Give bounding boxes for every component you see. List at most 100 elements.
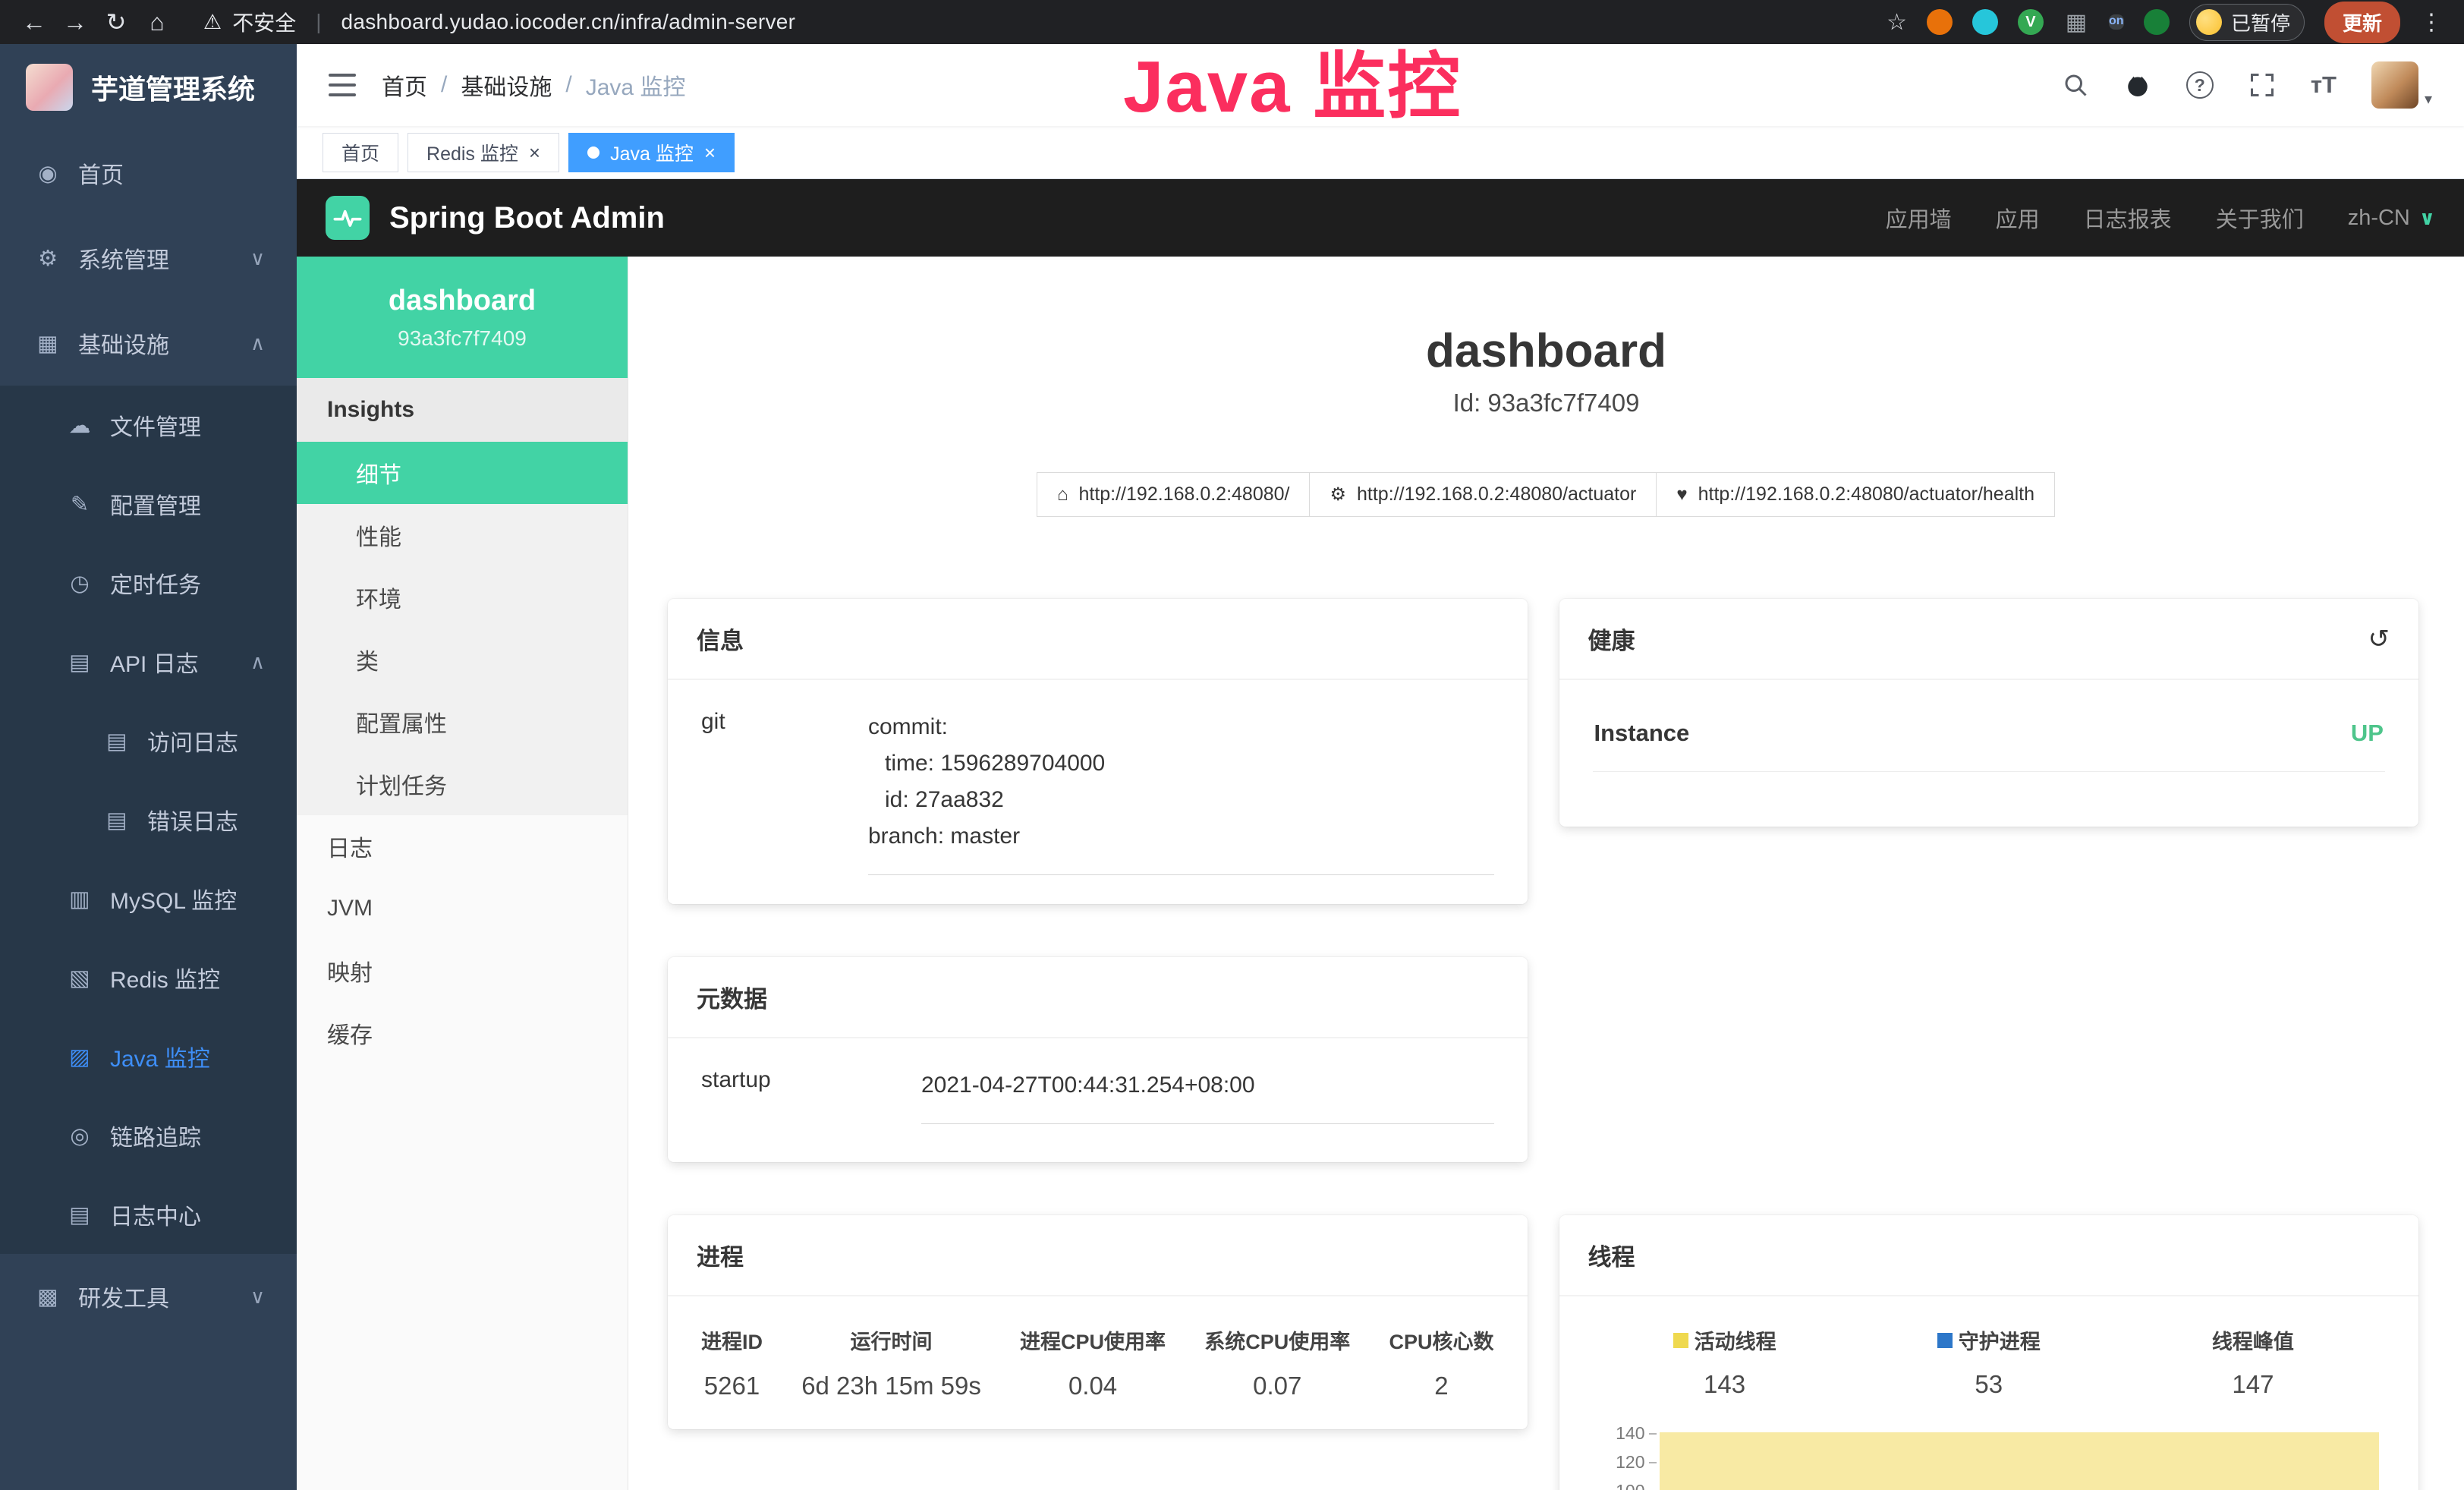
home-icon[interactable]: ⌂	[140, 8, 175, 36]
instance-actuator-link[interactable]: ⚙ http://192.168.0.2:48080/actuator	[1309, 472, 1657, 517]
sba-item-caches[interactable]: 缓存	[297, 1002, 628, 1064]
tools-icon: ▩	[31, 1284, 65, 1310]
link-url: http://192.168.0.2:48080/actuator	[1357, 484, 1636, 506]
sidebar-item-system-mgmt[interactable]: ⚙ 系统管理 ∨	[0, 216, 297, 301]
redis-icon: ▧	[63, 965, 96, 991]
cards-grid: 信息 git commit: time: 1596289704000 id: 2…	[628, 517, 2464, 1490]
breadcrumb-infrastructure[interactable]: 基础设施	[461, 68, 552, 102]
github-icon[interactable]	[2124, 71, 2151, 99]
sba-item-mappings[interactable]: 映射	[297, 940, 628, 1002]
ytick-140: 140	[1616, 1423, 1656, 1444]
tab-home[interactable]: 首页	[323, 133, 398, 172]
history-icon[interactable]: ↺	[2368, 624, 2390, 654]
instance-header[interactable]: dashboard 93a3fc7f7409	[297, 257, 628, 378]
stat-label: CPU核心数	[1389, 1325, 1493, 1355]
refresh-icon[interactable]: ↻	[99, 8, 134, 36]
legend-label: 线程峰值	[2212, 1325, 2294, 1355]
annotation-java-monitor: Java 监控	[1123, 27, 1462, 133]
sba-item-config-props[interactable]: 配置属性	[297, 691, 628, 753]
card-title: 线程	[1559, 1215, 2419, 1296]
sidebar-item-log-center[interactable]: ▤ 日志中心	[0, 1175, 297, 1254]
startup-value: 2021-04-27T00:44:31.254+08:00	[921, 1067, 1494, 1104]
sba-item-classes[interactable]: 类	[297, 628, 628, 691]
bookmark-star-icon[interactable]: ☆	[1887, 9, 1907, 36]
sidebar-item-api-logs[interactable]: ▤ API 日志 ∧	[0, 622, 297, 701]
sidebar-item-error-logs[interactable]: ▤ 错误日志	[0, 780, 297, 859]
sba-item-environment[interactable]: 环境	[297, 566, 628, 628]
threads-chart: 140 120 100	[1593, 1422, 2386, 1490]
proxy-on-icon[interactable]: on	[2109, 14, 2124, 30]
sidebar-item-infrastructure[interactable]: ▦ 基础设施 ∧	[0, 301, 297, 386]
sba-item-scheduled-tasks[interactable]: 计划任务	[297, 753, 628, 815]
sidebar-item-label: 链路追踪	[110, 1119, 201, 1152]
sidebar-item-label: 系统管理	[78, 241, 169, 275]
git-id-line: id: 27aa832	[868, 782, 1494, 818]
help-icon[interactable]: ?	[2186, 71, 2214, 99]
active-dot	[587, 146, 599, 159]
sba-language-select[interactable]: zh-CN ∨	[2348, 206, 2435, 231]
search-icon[interactable]	[2062, 71, 2089, 99]
api-log-icon: ▤	[63, 649, 96, 676]
warning-icon: ⚠	[203, 11, 222, 34]
sba-nav-about[interactable]: 关于我们	[2216, 202, 2304, 234]
omnibox[interactable]: ⚠ 不安全 | dashboard.yudao.iocoder.cn/infra…	[203, 7, 795, 37]
sba-item-jvm[interactable]: JVM	[297, 877, 628, 940]
sba-logo-icon[interactable]	[326, 196, 370, 240]
sidebar-item-mysql-monitor[interactable]: ▥ MySQL 监控	[0, 859, 297, 938]
sidebar-item-label: 文件管理	[110, 408, 201, 442]
tab-redis-monitor[interactable]: Redis 监控 ×	[408, 133, 559, 172]
sidebar-item-label: Redis 监控	[110, 961, 220, 994]
hamburger-icon[interactable]	[329, 74, 356, 96]
sba-item-logs[interactable]: 日志	[297, 815, 628, 877]
app-logo-block[interactable]: 芋道管理系统	[0, 44, 297, 131]
close-icon[interactable]: ×	[704, 143, 716, 162]
sba-nav-wallboard[interactable]: 应用墙	[1886, 202, 1952, 234]
sba-item-metrics[interactable]: 性能	[297, 504, 628, 566]
sidebar-item-access-logs[interactable]: ▤ 访问日志	[0, 701, 297, 780]
close-icon[interactable]: ×	[529, 143, 540, 162]
forward-icon[interactable]: →	[58, 8, 93, 36]
sidebar-item-file-mgmt[interactable]: ☁ 文件管理	[0, 386, 297, 465]
chrome-update-button[interactable]: 更新	[2324, 2, 2400, 43]
sidebar-item-label: Java 监控	[110, 1040, 210, 1073]
sba-brand-title[interactable]: Spring Boot Admin	[389, 201, 665, 235]
sidebar-item-java-monitor[interactable]: ▨ Java 监控	[0, 1017, 297, 1096]
fullscreen-icon[interactable]	[2248, 71, 2276, 99]
sba-nav: 应用墙 应用 日志报表 关于我们 zh-CN ∨	[1886, 202, 2435, 234]
sidebar-item-redis-monitor[interactable]: ▧ Redis 监控	[0, 938, 297, 1017]
sidebar-item-config-mgmt[interactable]: ✎ 配置管理	[0, 465, 297, 543]
link-url: http://192.168.0.2:48080/	[1078, 484, 1289, 506]
chevron-down-icon: ∨	[250, 247, 265, 270]
health-row[interactable]: Instance UP	[1593, 709, 2386, 772]
threads-chart-plot	[1660, 1422, 2386, 1490]
sidebar-item-tracing[interactable]: ◎ 链路追踪	[0, 1096, 297, 1175]
stat-label: 进程CPU使用率	[1020, 1325, 1166, 1355]
sba-nav-journal[interactable]: 日志报表	[2084, 202, 2172, 234]
sba-item-details[interactable]: 细节	[297, 442, 628, 504]
sidebar-item-dev-tools[interactable]: ▩ 研发工具 ∨	[0, 1254, 297, 1339]
sprout-extension-icon[interactable]	[2144, 9, 2170, 35]
avatar[interactable]	[2371, 61, 2418, 109]
sidebar-item-home[interactable]: ◉ 首页	[0, 131, 297, 216]
url-text[interactable]: dashboard.yudao.iocoder.cn/infra/admin-s…	[341, 10, 796, 34]
vue-devtools-icon[interactable]: V	[2018, 9, 2044, 35]
caret-down-icon: ▾	[2425, 90, 2432, 109]
legend-daemon-threads: 守护进程 53	[1857, 1325, 2121, 1399]
sba-nav-applications[interactable]: 应用	[1996, 202, 2040, 234]
instance-health-link[interactable]: ♥ http://192.168.0.2:48080/actuator/heal…	[1656, 472, 2055, 517]
user-menu[interactable]: ▾	[2371, 61, 2432, 109]
chrome-menu-icon[interactable]: ⋮	[2420, 9, 2443, 36]
instance-root-link[interactable]: ⌂ http://192.168.0.2:48080/	[1037, 472, 1311, 517]
sidebar-item-label: 配置管理	[110, 487, 201, 521]
profile-sync-paused[interactable]: 已暂停	[2189, 4, 2305, 41]
drop-extension-icon[interactable]	[1972, 9, 1998, 35]
fox-extension-icon[interactable]	[1927, 9, 1953, 35]
metadata-card-body: startup 2021-04-27T00:44:31.254+08:00	[668, 1038, 1528, 1153]
sidebar-item-scheduled-jobs[interactable]: ◷ 定时任务	[0, 543, 297, 622]
back-icon[interactable]: ←	[17, 8, 52, 36]
infrastructure-icon: ▦	[31, 330, 65, 357]
grid-extension-icon[interactable]: ▦	[2063, 9, 2089, 35]
tab-java-monitor[interactable]: Java 监控 ×	[568, 133, 735, 172]
breadcrumb-home[interactable]: 首页	[382, 68, 427, 102]
font-size-icon[interactable]: тT	[2311, 71, 2337, 99]
